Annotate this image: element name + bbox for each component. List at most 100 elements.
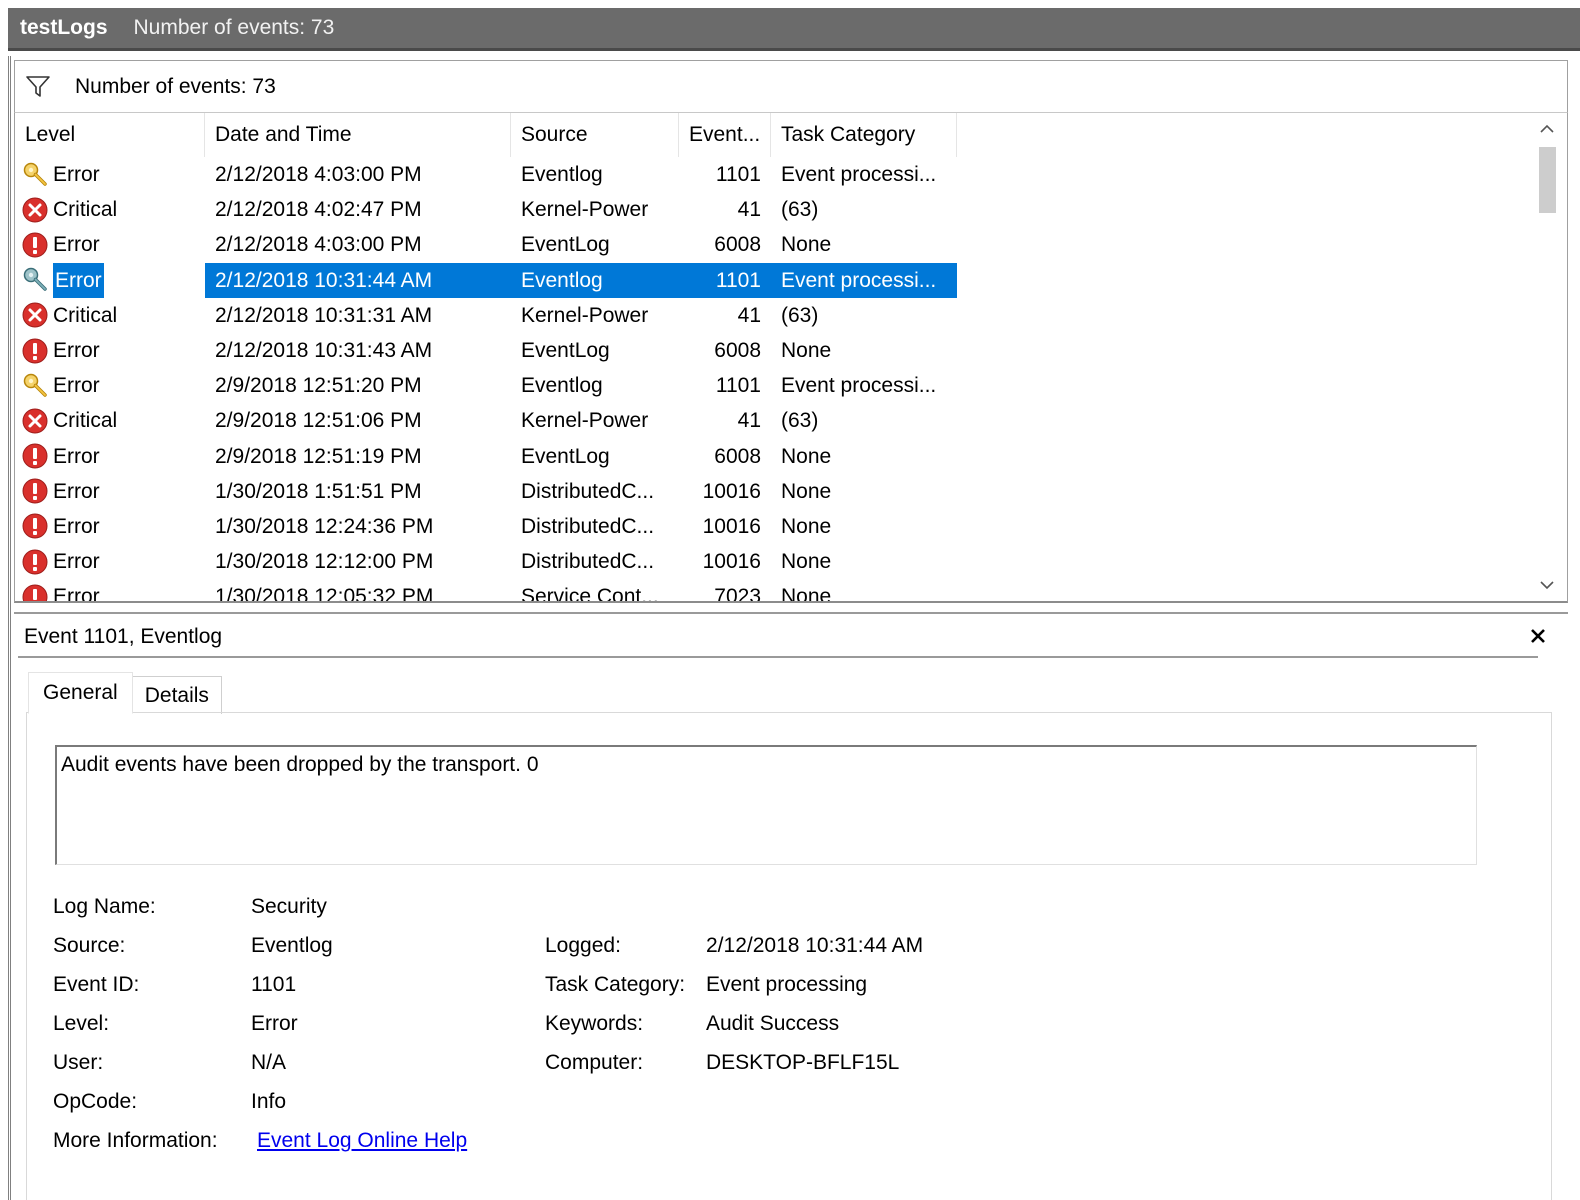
column-header-task-category[interactable]: Task Category (771, 113, 957, 157)
error-icon (21, 512, 49, 540)
cell-date: 2/12/2018 10:31:43 AM (215, 338, 433, 362)
prop-label-computer: Computer: (545, 1051, 644, 1074)
table-row[interactable]: Error 1/30/2018 12:24:36 PM DistributedC..… (15, 509, 1525, 544)
key-icon-gold (21, 161, 49, 189)
prop-label-event-id: Event ID: (53, 973, 140, 996)
cell-event-id: 41 (737, 409, 761, 433)
level-text: Error (53, 233, 100, 257)
table-row[interactable]: Error 2/9/2018 12:51:20 PM Eventlog 1101 Eve… (15, 368, 1525, 403)
cell-source: Service Cont... (521, 585, 659, 603)
table-row[interactable]: Error 2/12/2018 10:31:44 AM Eventlog 1101 Ev… (15, 262, 1525, 298)
level-text: Error (53, 444, 100, 468)
critical-icon (21, 196, 49, 224)
level-text: Error (53, 163, 100, 187)
event-list: Level Date and Time Source Event... Task… (14, 113, 1568, 603)
cell-event-id: 6008 (714, 444, 761, 468)
prop-label-keywords: Keywords: (545, 1012, 644, 1035)
cell-event-id: 1101 (715, 374, 761, 398)
prop-label-level: Level: (53, 1012, 110, 1035)
event-log-online-help-link[interactable]: Event Log Online Help (257, 1129, 467, 1153)
prop-label-user: User: (53, 1051, 104, 1074)
critical-icon (21, 301, 49, 329)
level-text: Critical (53, 198, 118, 222)
critical-icon (21, 407, 49, 435)
cell-date: 2/12/2018 4:03:00 PM (215, 233, 422, 257)
cell-date: 1/30/2018 1:51:51 PM (215, 479, 422, 503)
filter-bar: Number of events: 73 (14, 60, 1568, 113)
table-row[interactable]: Error 1/30/2018 1:51:51 PM DistributedC...… (15, 474, 1525, 509)
cell-date: 2/12/2018 10:31:44 AM (205, 262, 511, 298)
prop-value-source: Eventlog (251, 934, 333, 957)
scroll-down-button[interactable] (1527, 569, 1567, 601)
prop-label-task-category: Task Category: (545, 973, 686, 996)
table-row[interactable]: Error 1/30/2018 12:05:32 PM Service Cont..… (15, 579, 1525, 603)
prop-label-opcode: OpCode: (53, 1090, 138, 1113)
vertical-scrollbar[interactable] (1527, 113, 1567, 601)
table-row[interactable]: Error 2/12/2018 4:03:00 PM Eventlog 1101 Eve… (15, 157, 1525, 192)
table-row[interactable]: Error 2/12/2018 10:31:43 AM EventLog 6008 No… (15, 333, 1525, 368)
log-name: testLogs (20, 16, 108, 39)
cell-level: Error (15, 439, 205, 474)
table-row[interactable]: Error 2/12/2018 4:03:00 PM EventLog 6008 Non… (15, 227, 1525, 262)
tab-general[interactable]: General (28, 672, 133, 714)
cell-source: DistributedC... (521, 550, 655, 574)
prop-value-computer: DESKTOP-BFLF15L (706, 1051, 900, 1074)
event-message[interactable]: Audit events have been dropped by the tr… (55, 745, 1477, 865)
detail-title: Event 1101, Eventlog (18, 616, 1538, 658)
table-row[interactable]: Critical 2/12/2018 4:02:47 PM Kernel-Power… (15, 192, 1525, 227)
column-header-date[interactable]: Date and Time (205, 113, 511, 157)
level-text: Error (53, 550, 100, 574)
prop-value-opcode: Info (251, 1090, 287, 1113)
table-row[interactable]: Error 2/9/2018 12:51:19 PM EventLog 6008 Non… (15, 439, 1525, 474)
filter-icon[interactable] (21, 70, 55, 104)
cell-source: DistributedC... (521, 479, 655, 503)
cell-date: 2/12/2018 4:02:47 PM (215, 198, 422, 222)
cell-level: Error (15, 333, 205, 368)
close-icon[interactable] (1526, 624, 1550, 648)
error-icon (21, 442, 49, 470)
list-header: Level Date and Time Source Event... Task… (15, 113, 1525, 157)
cell-event-id: 1101 (715, 163, 761, 186)
cell-source: DistributedC... (521, 514, 655, 538)
cell-event-id: 7023 (714, 585, 761, 603)
column-header-event-id[interactable]: Event... (679, 113, 771, 157)
level-text: Critical (53, 409, 118, 433)
log-title-strip: testLogs Number of events: 73 (8, 8, 1580, 51)
table-row[interactable]: Critical 2/9/2018 12:51:06 PM Kernel-Power… (15, 403, 1525, 438)
prop-value-user: N/A (251, 1051, 287, 1074)
tab-details[interactable]: Details (131, 676, 222, 714)
cell-level: Error (15, 368, 205, 403)
prop-value-task-category: Event processing (706, 973, 868, 996)
cell-task-category: (63) (781, 409, 819, 433)
cell-level: Error (15, 544, 205, 579)
cell-task-category: Event processi... (771, 262, 957, 298)
cell-event-id: 10016 (702, 550, 761, 574)
cell-level: Error (15, 474, 205, 509)
cell-level: Error (15, 579, 205, 601)
column-header-source[interactable]: Source (511, 113, 679, 157)
cell-source: EventLog (521, 233, 610, 257)
cell-level: Error (15, 262, 205, 298)
cell-task-category: None (781, 550, 832, 574)
cell-event-id: 41 (737, 303, 761, 327)
cell-source: Eventlog (511, 262, 679, 298)
cell-event-id: 6008 (714, 338, 761, 362)
cell-event-id: 41 (737, 198, 761, 222)
level-text: Critical (53, 303, 118, 327)
prop-value-keywords: Audit Success (706, 1012, 840, 1035)
cell-source: EventLog (521, 444, 610, 468)
column-header-level[interactable]: Level (15, 113, 205, 157)
prop-value-log-name: Security (251, 895, 327, 918)
scroll-thumb[interactable] (1539, 147, 1556, 213)
event-count-title: Number of events: 73 (133, 16, 335, 39)
table-row[interactable]: Error 1/30/2018 12:12:00 PM DistributedC..… (15, 544, 1525, 579)
key-icon-gold (21, 372, 49, 400)
scroll-up-button[interactable] (1527, 113, 1567, 145)
table-row[interactable]: Critical 2/12/2018 10:31:31 AM Kernel-Powe… (15, 298, 1525, 333)
cell-source: Eventlog (521, 374, 603, 398)
cell-event-id: 10016 (702, 479, 761, 503)
cell-task-category: None (781, 233, 832, 257)
cell-level: Error (15, 509, 205, 544)
error-icon (21, 337, 49, 365)
prop-label-more-information: More Information: (53, 1129, 218, 1152)
